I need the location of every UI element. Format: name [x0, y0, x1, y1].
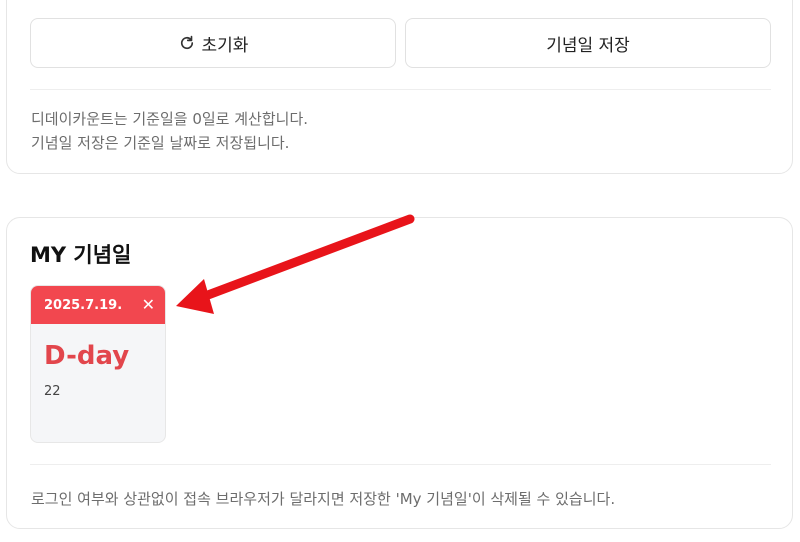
save-anniversary-button[interactable]: 기념일 저장 — [405, 18, 771, 68]
my-anniversary-card: MY 기념일 2025.7.19. ✕ D-day 22 로그인 여부와 상관없… — [6, 217, 793, 529]
anniversary-date: 2025.7.19. — [44, 297, 123, 313]
divider — [30, 89, 771, 90]
calculator-card: 초기화 기념일 저장 디데이카운트는 기준일을 0일로 계산합니다. 기념일 저… — [6, 0, 793, 174]
anniversary-item-header: 2025.7.19. ✕ — [31, 286, 165, 324]
dday-count: 22 — [44, 384, 61, 399]
info-note-2: 기념일 저장은 기준일 날짜로 저장됩니다. — [31, 134, 290, 152]
refresh-icon — [180, 35, 193, 50]
section-title: MY 기념일 — [30, 243, 132, 267]
divider — [30, 464, 771, 465]
anniversary-item[interactable]: 2025.7.19. ✕ D-day 22 — [30, 285, 166, 443]
reset-button-label: 초기화 — [201, 35, 249, 56]
dday-label: D-day — [44, 341, 130, 371]
info-note-1: 디데이카운트는 기준일을 0일로 계산합니다. — [31, 110, 309, 128]
save-button-label: 기념일 저장 — [546, 35, 630, 56]
reset-button[interactable]: 초기화 — [30, 18, 396, 68]
close-icon[interactable]: ✕ — [142, 297, 155, 313]
browser-warning-note: 로그인 여부와 상관없이 접속 브라우저가 달라지면 저장한 'My 기념일'이… — [31, 490, 616, 508]
